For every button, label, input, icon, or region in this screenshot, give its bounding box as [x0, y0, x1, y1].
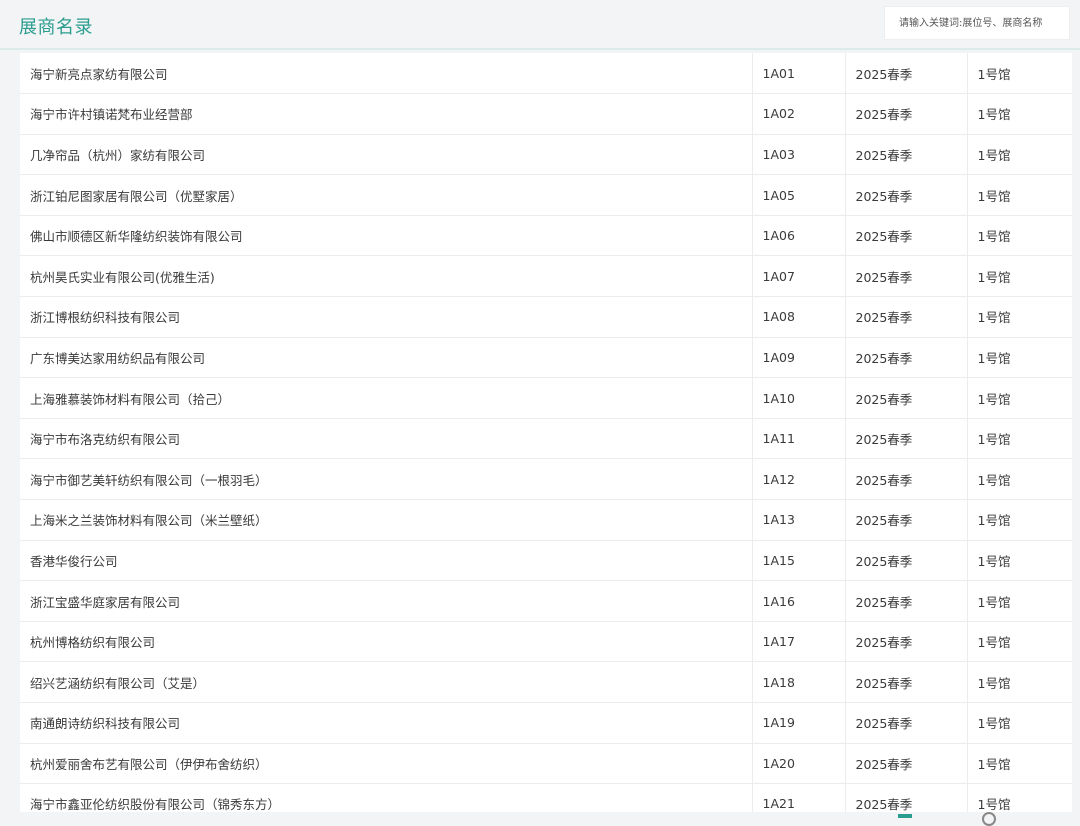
exhibition-season: 2025春季: [844, 296, 967, 338]
booth-number: 1A10: [751, 377, 845, 419]
hall-number: 1号馆: [966, 499, 1072, 541]
page-header: 展商名录: [0, 0, 1080, 50]
table-row[interactable]: 南通朗诗纺织科技有限公司 1A19 2025春季 1号馆: [20, 702, 1072, 744]
exhibitor-name: 上海雅慕装饰材料有限公司（拾己）: [20, 377, 752, 419]
hall-number: 1号馆: [966, 215, 1072, 257]
booth-number: 1A16: [751, 580, 845, 622]
exhibitor-name: 杭州博格纺织有限公司: [20, 621, 752, 663]
exhibitor-name: 海宁新亮点家纺有限公司: [20, 53, 752, 95]
exhibition-season: 2025春季: [844, 458, 967, 501]
exhibition-season: 2025春季: [844, 255, 967, 298]
booth-number: 1A02: [751, 93, 845, 135]
table-row[interactable]: 香港华俊行公司 1A15 2025春季 1号馆: [20, 540, 1072, 582]
scroll-indicator: [898, 814, 912, 818]
table-row[interactable]: 上海米之兰装饰材料有限公司（米兰壁纸） 1A13 2025春季 1号馆: [20, 499, 1072, 541]
hall-number: 1号馆: [966, 174, 1072, 216]
hall-number: 1号馆: [966, 134, 1072, 176]
exhibition-season: 2025春季: [844, 377, 967, 419]
table-row[interactable]: 佛山市顺德区新华隆纺织装饰有限公司 1A06 2025春季 1号馆: [20, 215, 1072, 257]
hall-number: 1号馆: [966, 418, 1072, 460]
booth-number: 1A19: [751, 702, 845, 744]
exhibitor-name: 佛山市顺德区新华隆纺织装饰有限公司: [20, 215, 752, 257]
table-row[interactable]: 海宁市许村镇诺梵布业经营部 1A02 2025春季 1号馆: [20, 93, 1072, 135]
booth-number: 1A17: [751, 621, 845, 663]
exhibitor-name: 杭州昊氏实业有限公司(优雅生活): [20, 255, 752, 298]
booth-number: 1A08: [751, 296, 845, 338]
booth-number: 1A11: [751, 418, 845, 460]
booth-number: 1A03: [751, 134, 845, 176]
booth-number: 1A15: [751, 540, 845, 582]
exhibition-season: 2025春季: [844, 134, 967, 176]
booth-number: 1A20: [751, 743, 845, 785]
table-row[interactable]: 浙江宝盛华庭家居有限公司 1A16 2025春季 1号馆: [20, 580, 1072, 622]
booth-number: 1A07: [751, 255, 845, 298]
exhibition-season: 2025春季: [844, 499, 967, 541]
exhibition-season: 2025春季: [844, 580, 967, 622]
bottom-bar: [0, 812, 1080, 818]
hall-number: 1号馆: [966, 702, 1072, 744]
table-row[interactable]: 海宁市御艺美轩纺织有限公司（一根羽毛） 1A12 2025春季 1号馆: [20, 458, 1072, 501]
exhibitor-name: 浙江宝盛华庭家居有限公司: [20, 580, 752, 622]
exhibition-season: 2025春季: [844, 174, 967, 216]
booth-number: 1A09: [751, 337, 845, 379]
booth-number: 1A12: [751, 458, 845, 501]
table-row[interactable]: 广东博美达家用纺织品有限公司 1A09 2025春季 1号馆: [20, 337, 1072, 379]
table-row[interactable]: 几净帘品（杭州）家纺有限公司 1A03 2025春季 1号馆: [20, 134, 1072, 176]
hall-number: 1号馆: [966, 377, 1072, 419]
exhibition-season: 2025春季: [844, 621, 967, 663]
back-to-top-icon[interactable]: [982, 812, 996, 826]
exhibitor-name: 香港华俊行公司: [20, 540, 752, 582]
hall-number: 1号馆: [966, 458, 1072, 501]
hall-number: 1号馆: [966, 621, 1072, 663]
booth-number: 1A05: [751, 174, 845, 216]
hall-number: 1号馆: [966, 580, 1072, 622]
hall-number: 1号馆: [966, 661, 1072, 703]
exhibition-season: 2025春季: [844, 661, 967, 703]
hall-number: 1号馆: [966, 540, 1072, 582]
table-row[interactable]: 绍兴艺涵纺织有限公司（艾是） 1A18 2025春季 1号馆: [20, 661, 1072, 703]
exhibitor-name: 广东博美达家用纺织品有限公司: [20, 337, 752, 379]
hall-number: 1号馆: [966, 337, 1072, 379]
exhibition-season: 2025春季: [844, 53, 967, 95]
hall-number: 1号馆: [966, 93, 1072, 135]
exhibitor-name: 浙江铂尼图家居有限公司（优墅家居）: [20, 174, 752, 216]
exhibitor-name: 杭州爱丽舍布艺有限公司（伊伊布舍纺织）: [20, 743, 752, 785]
booth-number: 1A06: [751, 215, 845, 257]
exhibition-season: 2025春季: [844, 418, 967, 460]
exhibitor-name: 南通朗诗纺织科技有限公司: [20, 702, 752, 744]
table-row[interactable]: 海宁市布洛克纺织有限公司 1A11 2025春季 1号馆: [20, 418, 1072, 460]
exhibition-season: 2025春季: [844, 93, 967, 135]
exhibitor-table: 海宁新亮点家纺有限公司 1A01 2025春季 1号馆 海宁市许村镇诺梵布业经营部 1A0…: [20, 53, 1072, 818]
table-row[interactable]: 杭州博格纺织有限公司 1A17 2025春季 1号馆: [20, 621, 1072, 663]
exhibitor-name: 海宁市布洛克纺织有限公司: [20, 418, 752, 460]
exhibitor-name: 浙江博根纺织科技有限公司: [20, 296, 752, 338]
hall-number: 1号馆: [966, 53, 1072, 95]
exhibition-season: 2025春季: [844, 337, 967, 379]
exhibitor-name: 海宁市御艺美轩纺织有限公司（一根羽毛）: [20, 458, 752, 501]
hall-number: 1号馆: [966, 296, 1072, 338]
hall-number: 1号馆: [966, 743, 1072, 785]
exhibitor-table-body: 海宁新亮点家纺有限公司 1A01 2025春季 1号馆 海宁市许村镇诺梵布业经营部 1A0…: [20, 53, 1072, 818]
booth-number: 1A18: [751, 661, 845, 703]
exhibition-season: 2025春季: [844, 743, 967, 785]
exhibitor-name: 几净帘品（杭州）家纺有限公司: [20, 134, 752, 176]
table-row[interactable]: 杭州爱丽舍布艺有限公司（伊伊布舍纺织） 1A20 2025春季 1号馆: [20, 743, 1072, 785]
page-title: 展商名录: [19, 17, 93, 38]
table-row[interactable]: 上海雅慕装饰材料有限公司（拾己） 1A10 2025春季 1号馆: [20, 377, 1072, 419]
exhibition-season: 2025春季: [844, 702, 967, 744]
table-row[interactable]: 浙江博根纺织科技有限公司 1A08 2025春季 1号馆: [20, 296, 1072, 338]
exhibition-season: 2025春季: [844, 540, 967, 582]
exhibitor-table-container: 海宁新亮点家纺有限公司 1A01 2025春季 1号馆 海宁市许村镇诺梵布业经营部 1A0…: [20, 53, 1072, 818]
table-row[interactable]: 海宁新亮点家纺有限公司 1A01 2025春季 1号馆: [20, 53, 1072, 95]
booth-number: 1A13: [751, 499, 845, 541]
table-row[interactable]: 杭州昊氏实业有限公司(优雅生活) 1A07 2025春季 1号馆: [20, 255, 1072, 298]
exhibitor-name: 海宁市许村镇诺梵布业经营部: [20, 93, 752, 135]
booth-number: 1A01: [751, 53, 845, 95]
exhibition-season: 2025春季: [844, 215, 967, 257]
exhibitor-name: 上海米之兰装饰材料有限公司（米兰壁纸）: [20, 499, 752, 541]
exhibitor-name: 绍兴艺涵纺织有限公司（艾是）: [20, 661, 752, 703]
search-input[interactable]: [884, 6, 1070, 40]
table-row[interactable]: 浙江铂尼图家居有限公司（优墅家居） 1A05 2025春季 1号馆: [20, 174, 1072, 216]
hall-number: 1号馆: [966, 255, 1072, 298]
